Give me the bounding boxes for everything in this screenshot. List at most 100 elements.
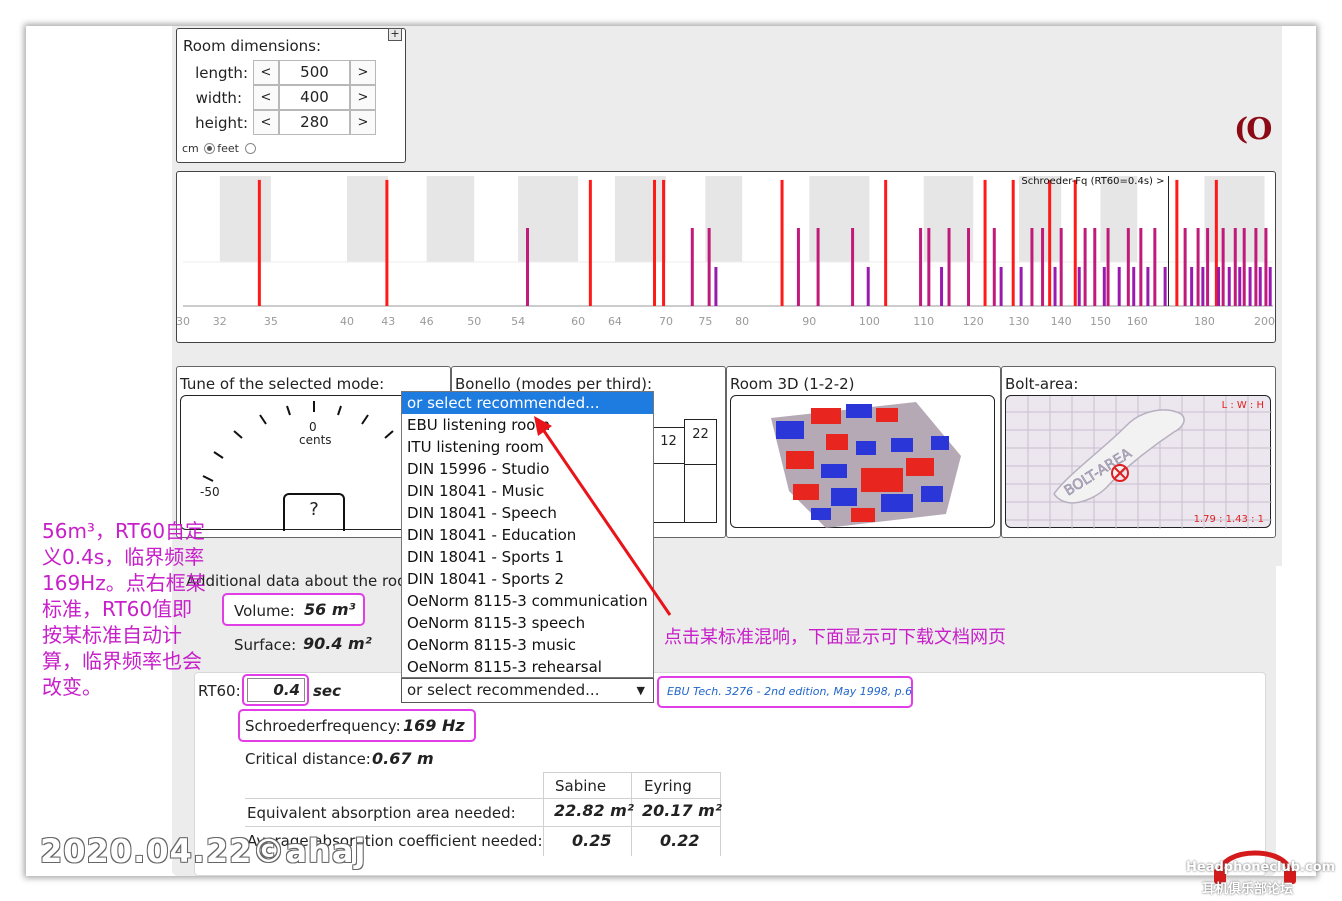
bolt-area-grid: BOLT-AREA (1006, 396, 1272, 529)
mode-bar (919, 228, 923, 306)
mode-bar (796, 228, 800, 306)
room3d-cube (771, 402, 961, 528)
room-dimensions-title: Room dimensions: (183, 37, 322, 55)
bolt-ratio-label: 1.79 : 1.43 : 1 (1193, 514, 1264, 525)
gauge-cents-label: cents (299, 433, 332, 447)
annotation-line: 标准，RT60值即 (42, 597, 193, 621)
x-tick-label: 140 (1051, 315, 1072, 328)
unit-cm-radio[interactable] (204, 143, 216, 154)
width-label: width: (195, 89, 242, 107)
mode-bar (1048, 179, 1052, 306)
bolt-title: Bolt-area: (1005, 375, 1079, 393)
mode-bar (707, 228, 711, 306)
gauge-minus50-label: -50 (200, 485, 220, 499)
chart-band (1100, 176, 1138, 262)
width-decrease-button[interactable]: < (253, 85, 279, 110)
room-modes-chart[interactable]: Schroeder-Fq (RT60=0.4s) > 30 32 35 40 43 46 50… (177, 172, 1277, 344)
table-row-label: Equivalent absorption area needed: (247, 804, 516, 822)
mode-bar (1238, 267, 1242, 306)
chart-band (347, 176, 389, 262)
table-divider (543, 772, 544, 856)
gauge-needle-box: ? (283, 493, 345, 531)
mode-bar (1102, 267, 1106, 306)
table-cell-sabine: 22.82 m² (554, 801, 634, 820)
expand-button[interactable]: + (388, 28, 402, 41)
mode-bar (992, 228, 996, 306)
mode-bar (1183, 228, 1187, 306)
site-name: Headphoneclub.com (1186, 860, 1336, 875)
height-input[interactable]: 280 (279, 110, 350, 135)
annotation-arrow (534, 416, 672, 616)
bolt-lwh-label: L : W : H (1221, 400, 1264, 411)
mode-bar (1196, 228, 1200, 306)
annotation-line: 按某标准自动计 (42, 623, 182, 647)
mode-bar (1163, 267, 1167, 306)
mode-bar (1053, 267, 1057, 306)
mode-bar (714, 267, 718, 306)
table-header-sabine: Sabine (555, 777, 607, 795)
annotation-left-note: 56m³，RT60自定 义0.4s，临界频率 169Hz。点右框某 标准，RT6… (42, 518, 212, 700)
mode-bar (653, 179, 657, 306)
mode-bar (1083, 228, 1087, 306)
unit-feet-radio[interactable] (244, 143, 256, 154)
mode-bar (927, 228, 931, 306)
length-increase-button[interactable]: > (350, 60, 376, 85)
dropdown-option[interactable]: OeNorm 8115-3 rehearsal (402, 656, 653, 678)
surface-label: Surface: (234, 636, 297, 654)
x-tick-label: 60 (571, 315, 585, 328)
reference-link[interactable]: EBU Tech. 3276 - 2nd edition, May 1998, … (667, 685, 912, 698)
critical-distance-value: 0.67 m (372, 749, 434, 768)
site-logo: Headphoneclub.com 耳机俱乐部论坛 (1186, 836, 1335, 897)
mode-bar (983, 179, 987, 306)
length-decrease-button[interactable]: < (253, 60, 279, 85)
rt60-unit: sec (313, 682, 341, 700)
site-subtitle: 耳机俱乐部论坛 (1202, 882, 1294, 897)
x-tick-label: 110 (913, 315, 934, 328)
tune-title: Tune of the selected mode: (180, 375, 385, 393)
chevron-down-icon: ▼ (636, 684, 645, 697)
mode-bar (1201, 267, 1205, 306)
chart-band (1018, 176, 1062, 262)
unit-cm-label: cm (182, 142, 199, 155)
mode-bar (884, 179, 888, 306)
width-input[interactable]: 400 (279, 85, 350, 110)
mode-bar (851, 228, 855, 306)
height-increase-button[interactable]: > (350, 110, 376, 135)
schroeder-value: 169 Hz (403, 716, 465, 735)
length-input[interactable]: 500 (279, 60, 350, 85)
unit-feet-label: feet (217, 142, 239, 155)
mode-bar (1077, 267, 1081, 306)
volume-label: Volume: (234, 602, 295, 620)
room3d-title: Room 3D (1-2-2) (730, 375, 855, 393)
dropdown-option[interactable]: OeNorm 8115-3 music (402, 634, 653, 656)
mode-bar (1190, 267, 1194, 306)
table-divider (245, 826, 721, 827)
x-tick-label: 35 (264, 315, 278, 328)
bolt-area-view[interactable]: BOLT-AREA L : W : H 1.79 : 1.43 : 1 (1005, 395, 1272, 529)
width-increase-button[interactable]: > (350, 85, 376, 110)
recommended-select[interactable]: or select recommended... ▼ (401, 678, 654, 703)
x-tick-label: 160 (1127, 315, 1148, 328)
annotation-line: 改变。 (42, 675, 102, 699)
mode-bar (1073, 179, 1077, 306)
x-tick-label: 120 (963, 315, 984, 328)
mode-bar (690, 228, 694, 306)
height-decrease-button[interactable]: < (253, 110, 279, 135)
mode-bar (1117, 267, 1121, 306)
x-tick-label: 150 (1090, 315, 1111, 328)
table-cell-sabine: 0.25 (572, 831, 612, 850)
schroeder-label: Schroederfrequency: (245, 717, 401, 735)
chart-band (219, 176, 271, 262)
room3d-view[interactable] (730, 395, 995, 528)
x-tick-label: 64 (608, 315, 622, 328)
x-tick-label: 43 (381, 315, 395, 328)
mode-bar (967, 228, 971, 306)
mode-bar (1233, 228, 1237, 306)
room-modes-chart-frame: Schroeder-Fq (RT60=0.4s) > 30 32 35 40 43 46 50… (176, 171, 1276, 343)
mode-bar (1059, 228, 1063, 306)
x-tick-label: 32 (213, 315, 227, 328)
rt60-input[interactable]: 0.4 (247, 678, 305, 702)
x-tick-label: 46 (420, 315, 434, 328)
mode-bar (1093, 228, 1097, 306)
mode-bar (1258, 267, 1262, 306)
